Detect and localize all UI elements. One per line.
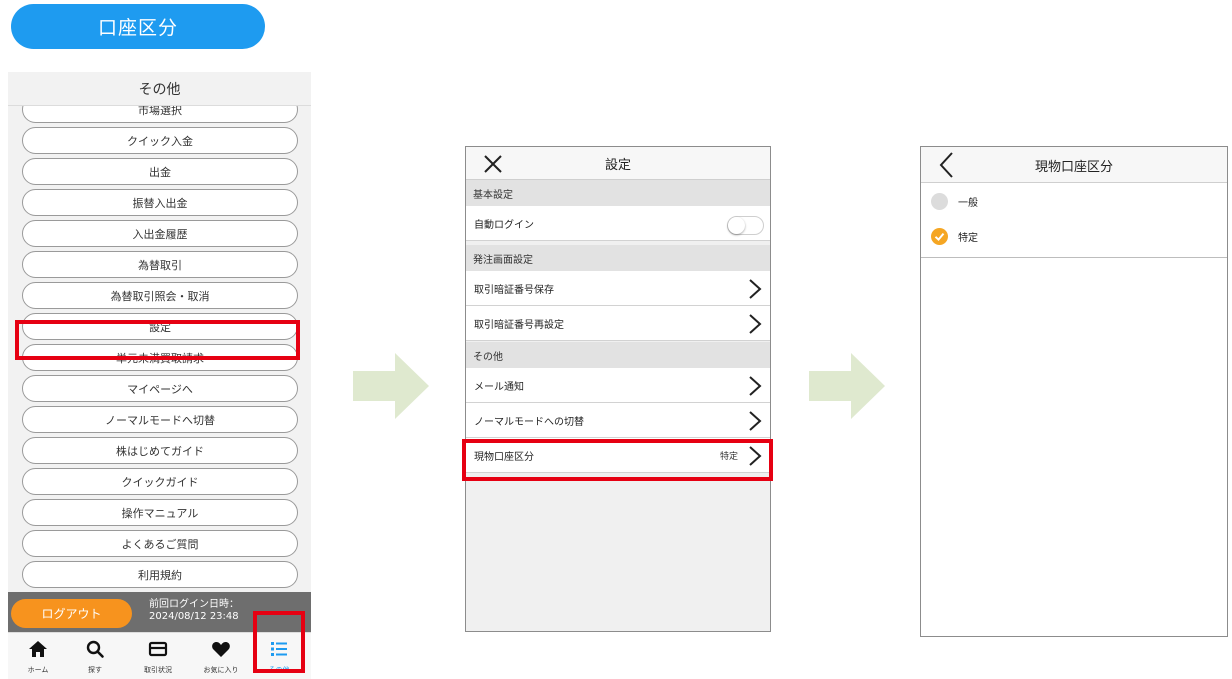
tab-home[interactable]: ホーム xyxy=(13,633,63,679)
back-chevron-icon[interactable] xyxy=(937,150,957,180)
menu-item-odd-lot[interactable]: 単元未満買取請求 xyxy=(22,344,298,371)
row-normal-mode[interactable]: ノーマルモードへの切替 xyxy=(466,403,770,438)
tab-favorites[interactable]: お気に入り xyxy=(196,633,246,679)
menu-item-normal-mode[interactable]: ノーマルモードへ切替 xyxy=(22,406,298,433)
radio-checked-icon xyxy=(931,228,948,245)
menu-item-fx-inquiry[interactable]: 為替取引照会・取消 xyxy=(22,282,298,309)
auto-login-toggle[interactable] xyxy=(727,216,764,235)
step-arrow-icon xyxy=(353,353,429,419)
option-specific-label: 特定 xyxy=(958,233,978,244)
settings-title: 設定 xyxy=(604,158,631,173)
tab-home-label: ホーム xyxy=(27,666,49,674)
normal-mode-label: ノーマルモードへの切替 xyxy=(474,416,584,428)
tab-favorites-label: お気に入り xyxy=(203,666,239,674)
menu-item-quick-deposit[interactable]: クイック入金 xyxy=(22,127,298,154)
account-type-screen: 現物口座区分 一般 特定 xyxy=(920,146,1228,637)
other-tab-highlight-box xyxy=(253,611,305,673)
search-icon xyxy=(86,640,104,658)
menu-item-terms[interactable]: 利用規約 xyxy=(22,561,298,588)
row-pin-reset[interactable]: 取引暗証番号再設定 xyxy=(466,306,770,341)
settings-screen: 設定 基本設定 自動ログイン 発注画面設定 取引暗証番号保存 取引暗証番号再設定… xyxy=(465,146,771,632)
tab-trade-status-label: 取引状況 xyxy=(144,666,172,674)
account-type-heading: 口座区分 xyxy=(11,4,265,49)
divider xyxy=(921,257,1227,258)
menu-scroll-area[interactable]: 市場選択 クイック入金 出金 振替入出金 入出金履歴 為替取引 為替取引照会・取… xyxy=(8,106,311,592)
last-login-info: 前回ログイン日時： 2024/08/12 23:48 xyxy=(149,599,239,623)
menu-item-quick-guide[interactable]: クイックガイド xyxy=(22,468,298,495)
row-pin-save[interactable]: 取引暗証番号保存 xyxy=(466,271,770,306)
section-basic-settings: 基本設定 xyxy=(466,180,770,206)
chevron-right-icon xyxy=(749,411,762,431)
last-login-label: 前回ログイン日時： xyxy=(149,599,239,610)
account-type-nav-bar: 現物口座区分 xyxy=(921,147,1227,183)
section-order-screen: 発注画面設定 xyxy=(466,245,770,271)
card-icon xyxy=(148,641,168,657)
account-type-highlight-box xyxy=(462,439,773,481)
last-login-value: 2024/08/12 23:48 xyxy=(149,611,239,622)
option-specific[interactable]: 特定 xyxy=(921,218,1227,255)
option-general[interactable]: 一般 xyxy=(921,183,1227,220)
logout-button[interactable]: ログアウト xyxy=(11,599,132,628)
account-type-title: 現物口座区分 xyxy=(1034,159,1113,175)
tab-trade-status[interactable]: 取引状況 xyxy=(133,633,183,679)
pin-reset-label: 取引暗証番号再設定 xyxy=(474,319,564,331)
menu-item-mypage[interactable]: マイページへ xyxy=(22,375,298,402)
menu-item-beginner-guide[interactable]: 株はじめてガイド xyxy=(22,437,298,464)
radio-unselected-icon xyxy=(931,193,948,210)
row-mail-notify[interactable]: メール通知 xyxy=(466,368,770,403)
row-auto-login: 自動ログイン xyxy=(466,206,770,241)
menu-item-manual[interactable]: 操作マニュアル xyxy=(22,499,298,526)
option-general-label: 一般 xyxy=(958,198,978,209)
menu-item-fx[interactable]: 為替取引 xyxy=(22,251,298,278)
other-menu-screen: その他 市場選択 クイック入金 出金 振替入出金 入出金履歴 為替取引 為替取引… xyxy=(8,72,311,679)
chevron-right-icon xyxy=(749,376,762,396)
settings-nav-bar: 設定 xyxy=(466,147,770,180)
menu-item-settings[interactable]: 設定 xyxy=(22,313,298,340)
menu-item-transfer[interactable]: 振替入出金 xyxy=(22,189,298,216)
other-menu-title: その他 xyxy=(8,72,311,106)
heart-icon xyxy=(212,642,230,657)
toggle-knob xyxy=(728,217,745,234)
chevron-right-icon xyxy=(749,279,762,299)
tab-search-label: 探す xyxy=(88,666,102,674)
home-icon xyxy=(29,641,47,657)
tab-search[interactable]: 探す xyxy=(70,633,120,679)
menu-item-withdraw[interactable]: 出金 xyxy=(22,158,298,185)
auto-login-label: 自動ログイン xyxy=(474,219,534,231)
step-arrow-icon xyxy=(809,353,885,419)
menu-item-faq[interactable]: よくあるご質問 xyxy=(22,530,298,557)
menu-item-history[interactable]: 入出金履歴 xyxy=(22,220,298,247)
close-icon[interactable] xyxy=(480,151,506,177)
pin-save-label: 取引暗証番号保存 xyxy=(474,284,554,296)
mail-notify-label: メール通知 xyxy=(474,381,524,393)
menu-item-market-select[interactable]: 市場選択 xyxy=(22,106,298,123)
chevron-right-icon xyxy=(749,314,762,334)
section-other: その他 xyxy=(466,342,770,368)
